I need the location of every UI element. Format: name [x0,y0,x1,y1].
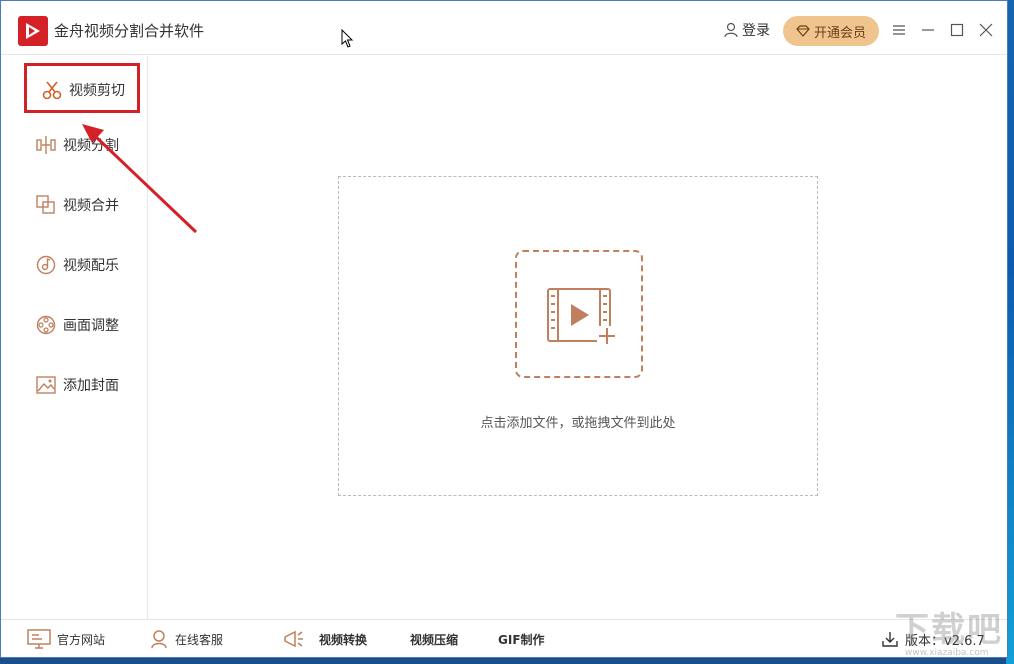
drop-hint-text: 点击添加文件，或拖拽文件到此处 [480,416,676,431]
sidebar-item-label: 视频剪切 [69,83,125,99]
minimize-icon[interactable] [920,22,936,38]
sidebar-item-label: 视频合并 [63,198,119,214]
sidebar-item-label: 画面调整 [63,318,119,334]
watermark-url: www.xiazaiba.com [905,648,989,658]
image-icon [33,374,59,396]
sidebar-item-label: 视频分割 [63,138,119,154]
vip-button[interactable]: 开通会员 [783,16,879,46]
app-window: 金舟视频分割合并软件 登录 开通会员 视频剪切 视频分割 视频合并 视频配乐 画… [0,0,1008,658]
sidebar: 视频剪切 视频分割 视频合并 视频配乐 画面调整 添加封面 [1,56,148,619]
website-label: 官方网站 [57,632,106,647]
sidebar-item-label: 视频配乐 [63,258,119,274]
music-icon [33,254,59,276]
video-convert-link[interactable]: 视频转换 [283,620,367,658]
bottom-bar: 官方网站 在线客服 视频转换 视频压缩 GIF制作 版本：v2.6.7 [1,619,1007,657]
monitor-icon [27,629,51,649]
support-label: 在线客服 [175,632,224,647]
mouse-cursor-icon [341,29,354,48]
support-icon [151,630,167,649]
vip-label: 开通会员 [813,25,866,41]
file-drop-zone[interactable]: 点击添加文件，或拖拽文件到此处 [338,176,818,496]
maximize-icon[interactable] [949,22,965,38]
title-bar: 金舟视频分割合并软件 登录 开通会员 [1,1,1007,55]
compress-label: 视频压缩 [410,632,459,647]
diamond-icon [796,25,810,37]
add-video-icon [547,288,617,346]
sidebar-item-add-cover[interactable]: 添加封面 [21,363,141,407]
menu-icon[interactable] [891,22,907,38]
film-reel-icon [33,314,59,336]
login-button[interactable]: 登录 [723,20,770,40]
online-support-link[interactable]: 在线客服 [149,620,223,658]
sidebar-item-video-cut[interactable]: 视频剪切 [27,65,139,115]
sidebar-item-video-split[interactable]: 视频分割 [21,123,141,167]
split-icon [33,134,59,156]
official-website-link[interactable]: 官方网站 [27,620,105,658]
close-icon[interactable] [978,22,994,38]
merge-icon [33,194,59,216]
watermark-logo: 下载吧 [895,610,1003,650]
app-title: 金舟视频分割合并软件 [54,22,205,40]
gif-make-link[interactable]: GIF制作 [498,620,545,658]
convert-label: 视频转换 [319,632,368,647]
scissors-icon [39,79,65,101]
sidebar-item-picture-adjust[interactable]: 画面调整 [21,303,141,347]
gif-label: GIF制作 [498,632,545,647]
add-file-button[interactable] [515,250,643,378]
video-compress-link[interactable]: 视频压缩 [410,620,458,658]
app-logo-icon [18,16,48,46]
sidebar-item-label: 添加封面 [63,378,119,394]
sidebar-item-video-music[interactable]: 视频配乐 [21,243,141,287]
user-icon [724,22,738,38]
login-label: 登录 [742,23,770,39]
sidebar-item-video-merge[interactable]: 视频合并 [21,183,141,227]
megaphone-icon [284,630,303,648]
